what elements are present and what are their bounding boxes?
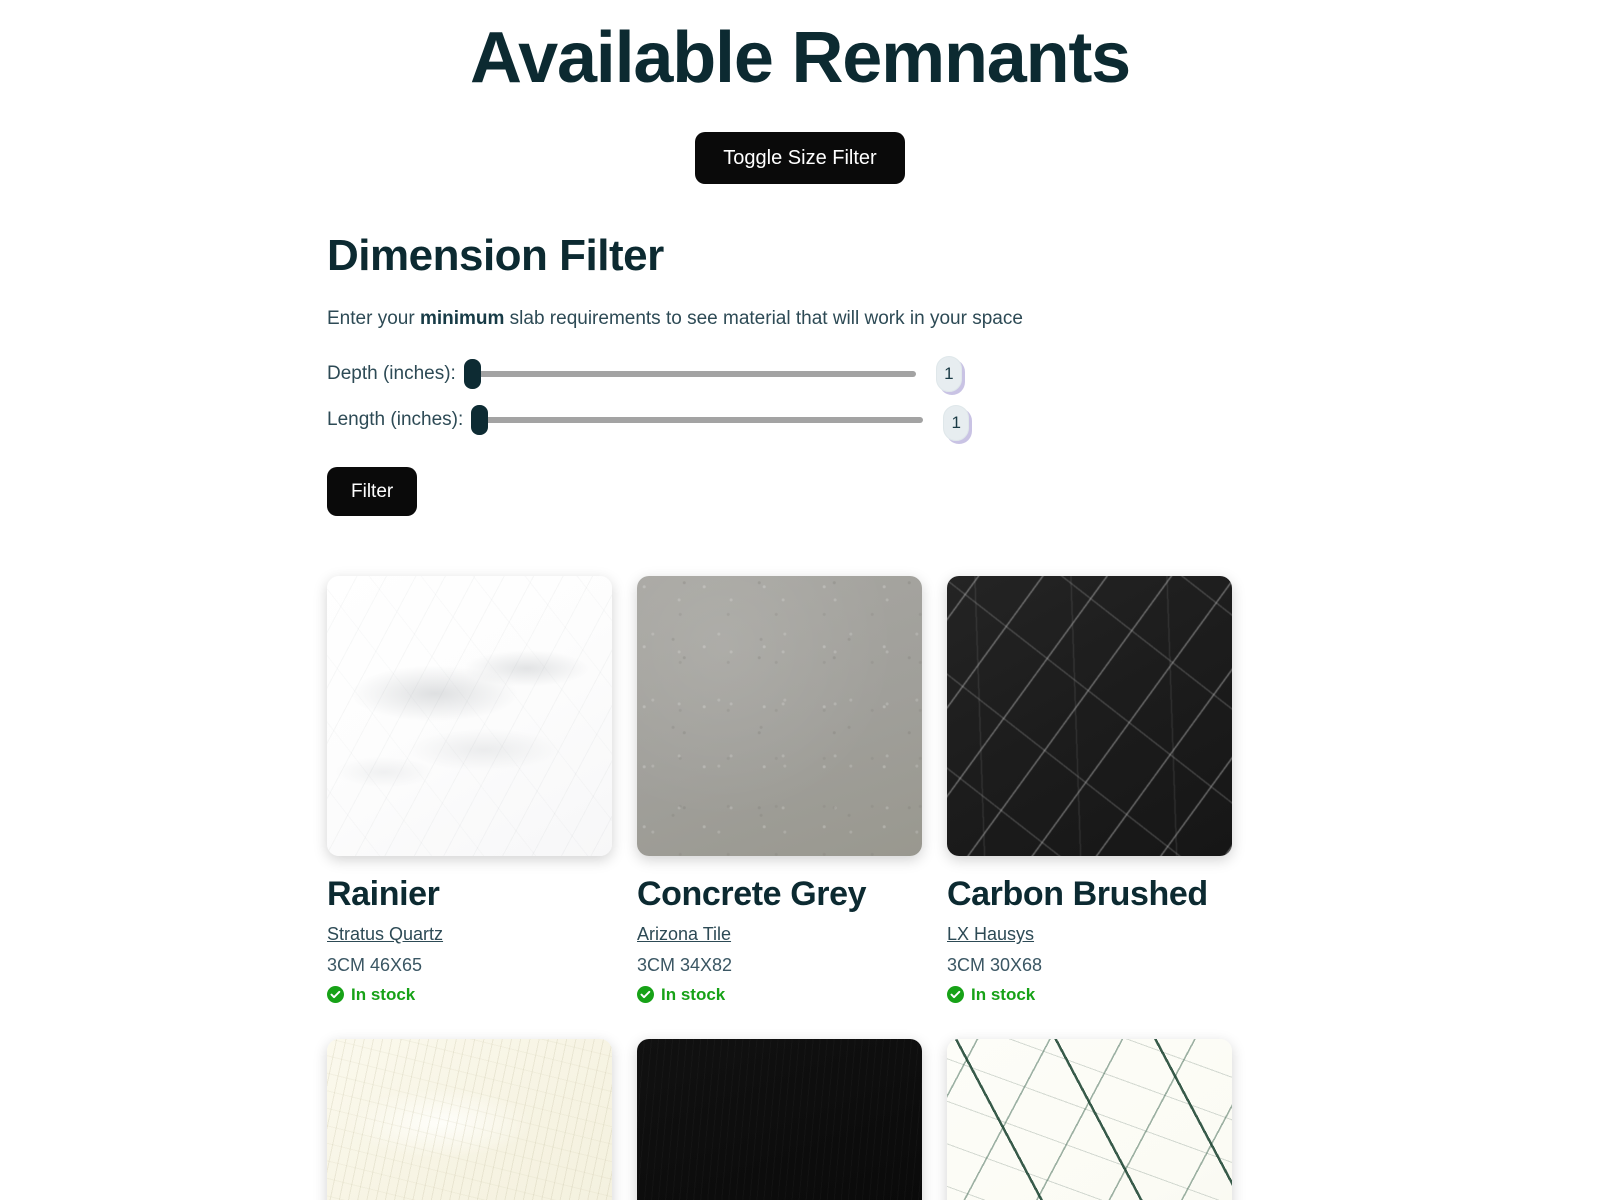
remnant-card[interactable] (327, 1038, 612, 1200)
length-slider-thumb[interactable] (471, 404, 489, 435)
grey-concrete-swatch[interactable] (637, 575, 922, 856)
remnant-card[interactable] (637, 1038, 922, 1200)
length-slider-label: Length (inches): (327, 408, 464, 430)
status-badge: In stock (637, 984, 922, 1004)
stock-status-label: In stock (351, 984, 416, 1004)
remnants-grid: Rainier Stratus Quartz 3CM 46X65 In stoc… (0, 575, 1600, 1200)
dimension-filter-heading: Dimension Filter (327, 231, 664, 280)
depth-slider-label: Depth (inches): (327, 362, 456, 384)
depth-slider-thumb[interactable] (463, 358, 481, 389)
remnant-vendor-link[interactable]: Stratus Quartz (327, 924, 443, 945)
remnant-dimensions: 3CM 30X68 (947, 955, 1043, 976)
depth-slider-track[interactable] (463, 370, 916, 377)
remnant-name: Concrete Grey (637, 874, 867, 913)
remnant-card[interactable]: Carbon Brushed LX Hausys 3CM 30X68 In st… (947, 575, 1232, 1004)
remnant-card[interactable] (947, 1038, 1232, 1200)
check-circle-icon (637, 985, 654, 1003)
remnant-vendor-link[interactable]: Arizona Tile (637, 924, 731, 945)
stock-status-label: In stock (661, 984, 726, 1004)
remnant-dimensions: 3CM 34X82 (637, 955, 733, 976)
description-emphasis: minimum (419, 308, 505, 330)
description-prefix: Enter your (327, 308, 420, 330)
dimension-filter-description: Enter your minimum slab requirements to … (327, 306, 1273, 333)
toggle-size-filter-button[interactable]: Toggle Size Filter (695, 132, 905, 184)
length-value-input[interactable] (943, 404, 970, 441)
stock-status-label: In stock (971, 984, 1036, 1004)
page-title: Available Remnants (470, 18, 1131, 98)
remnant-card[interactable]: Concrete Grey Arizona Tile 3CM 34X82 In … (637, 575, 922, 1004)
length-slider[interactable] (471, 404, 924, 435)
check-circle-icon (327, 985, 344, 1003)
depth-slider[interactable] (463, 358, 916, 389)
remnants-page: Available Remnants Toggle Size Filter Di… (0, 0, 1600, 1200)
status-badge: In stock (327, 984, 612, 1004)
description-suffix: slab requirements to see material that w… (504, 308, 1023, 330)
green-veined-marble-swatch[interactable] (947, 1038, 1232, 1200)
length-slider-row: Length (inches): (327, 404, 1273, 441)
toggle-size-filter-container: Toggle Size Filter (0, 132, 1600, 184)
solid-black-swatch[interactable] (637, 1038, 922, 1200)
filter-submit-button[interactable]: Filter (327, 466, 418, 516)
depth-slider-row: Depth (inches): (327, 355, 1273, 392)
remnant-name: Carbon Brushed (947, 874, 1208, 913)
black-marble-swatch[interactable] (947, 575, 1232, 856)
remnant-vendor-link[interactable]: LX Hausys (947, 924, 1034, 945)
remnant-name: Rainier (327, 874, 440, 913)
dimension-filter-panel: Dimension Filter Enter your minimum slab… (0, 231, 1600, 516)
remnant-dimensions: 3CM 46X65 (327, 955, 423, 976)
remnant-card[interactable]: Rainier Stratus Quartz 3CM 46X65 In stoc… (327, 575, 612, 1004)
white-marble-swatch[interactable] (327, 575, 612, 856)
status-badge: In stock (947, 984, 1232, 1004)
length-slider-track[interactable] (471, 416, 924, 423)
depth-value-input[interactable] (935, 355, 962, 392)
cream-stone-swatch[interactable] (327, 1038, 612, 1200)
check-circle-icon (947, 985, 964, 1003)
